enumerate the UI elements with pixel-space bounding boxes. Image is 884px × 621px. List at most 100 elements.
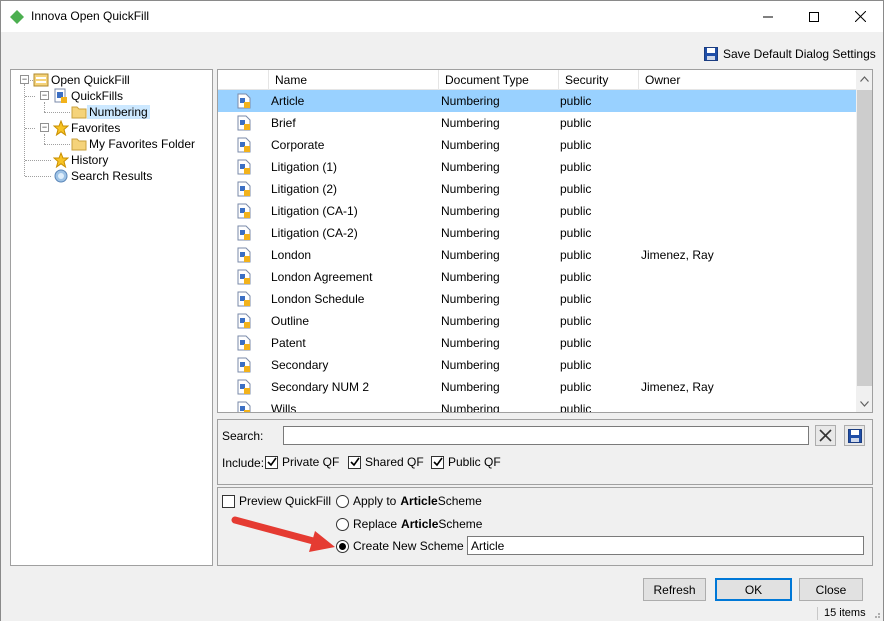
scroll-thumb[interactable]	[857, 90, 872, 386]
table-row[interactable]: Secondary NUM 2 Numbering public Jimenez, R…	[218, 376, 856, 398]
tree-label: Favorites	[71, 121, 121, 135]
checkbox-box[interactable]	[348, 455, 361, 469]
cell-security: public	[560, 270, 592, 284]
ok-button[interactable]: OK	[715, 578, 792, 601]
quickfill-document-icon	[237, 357, 251, 373]
cell-name: Patent	[271, 336, 306, 350]
cell-document-type: Numbering	[441, 358, 500, 372]
tree-node-search-results[interactable]: Search Results	[53, 168, 154, 184]
new-scheme-name-input[interactable]	[467, 536, 864, 555]
table-row[interactable]: Litigation (2) Numbering public	[218, 178, 856, 200]
table-row[interactable]: Wills Numbering public	[218, 398, 856, 413]
search-label: Search:	[222, 429, 264, 443]
cell-security: public	[560, 358, 592, 372]
tree-label: Open QuickFill	[51, 73, 130, 87]
clear-search-button[interactable]	[815, 425, 836, 446]
cell-name: Corporate	[271, 138, 325, 152]
red-arrow-annotation	[231, 516, 335, 552]
table-row[interactable]: Secondary Numbering public	[218, 354, 856, 376]
folder-icon	[71, 138, 87, 151]
table-row[interactable]: London Schedule Numbering public	[218, 288, 856, 310]
quickfill-document-icon	[237, 379, 251, 395]
checkbox-box[interactable]	[431, 455, 444, 469]
quickfill-root-icon	[33, 73, 49, 87]
checkbox-label: Shared QF	[365, 455, 424, 469]
create-new-scheme-radio[interactable]: Create New Scheme	[336, 539, 464, 553]
quickfill-list[interactable]: Name Document Type Security Owner Articl…	[217, 69, 873, 413]
radio-circle[interactable]	[336, 539, 349, 553]
vertical-scrollbar[interactable]	[856, 70, 872, 412]
tree-node-favorites[interactable]: Favorites	[53, 120, 122, 136]
table-row[interactable]: Outline Numbering public	[218, 310, 856, 332]
preview-quickfill-checkbox[interactable]: Preview QuickFill	[222, 494, 331, 508]
tree-collapse-toggle[interactable]: −	[20, 75, 29, 84]
cell-document-type: Numbering	[441, 204, 500, 218]
apply-to-scheme-radio[interactable]: Apply to Article Scheme	[336, 494, 482, 508]
tree-guide-line	[25, 96, 35, 97]
table-row[interactable]: London Numbering public Jimenez, Ray	[218, 244, 856, 266]
cell-document-type: Numbering	[441, 292, 500, 306]
scroll-up-button[interactable]	[856, 70, 872, 87]
quickfill-document-icon	[237, 203, 251, 219]
table-row[interactable]: Patent Numbering public	[218, 332, 856, 354]
checkbox-label: Private QF	[282, 455, 340, 469]
tree-node-history[interactable]: History	[53, 152, 110, 168]
table-row[interactable]: Article Numbering public	[218, 90, 856, 112]
shared-qf-checkbox[interactable]: Shared QF	[348, 455, 424, 469]
check-icon	[266, 457, 277, 467]
tree-collapse-toggle[interactable]: −	[40, 91, 49, 100]
quickfill-document-icon	[237, 401, 251, 412]
tree-node-open-quickfill[interactable]: Open QuickFill	[33, 72, 132, 88]
table-row[interactable]: Litigation (CA-1) Numbering public	[218, 200, 856, 222]
cell-security: public	[560, 94, 592, 108]
column-header-name[interactable]: Name	[268, 70, 438, 90]
table-row[interactable]: London Agreement Numbering public	[218, 266, 856, 288]
quickfill-document-icon	[237, 225, 251, 241]
cell-security: public	[560, 292, 592, 306]
tree-node-quickfills[interactable]: QuickFills	[53, 88, 125, 104]
tree-guide-line	[25, 160, 51, 161]
maximize-button[interactable]	[791, 1, 837, 32]
resize-grip-icon[interactable]	[871, 609, 881, 619]
table-row[interactable]: Litigation (1) Numbering public	[218, 156, 856, 178]
quickfill-document-icon	[237, 247, 251, 263]
close-button[interactable]: Close	[799, 578, 863, 601]
table-row[interactable]: Litigation (CA-2) Numbering public	[218, 222, 856, 244]
checkbox-box[interactable]	[222, 494, 235, 508]
cell-name: Brief	[271, 116, 296, 130]
include-label: Include:	[222, 456, 265, 470]
tree-node-my-favorites-folder[interactable]: My Favorites Folder	[71, 136, 197, 152]
quickfill-document-icon	[237, 93, 251, 109]
radio-circle[interactable]	[336, 494, 349, 508]
tree-node-numbering[interactable]: Numbering	[71, 104, 150, 120]
radio-label: Create New Scheme	[353, 539, 464, 553]
title-bar[interactable]: Innova Open QuickFill	[1, 1, 883, 32]
tree-collapse-toggle[interactable]: −	[40, 123, 49, 132]
folder-tree[interactable]: − Open QuickFill − QuickFills Numbering	[10, 69, 213, 566]
cell-security: public	[560, 226, 592, 240]
save-search-button[interactable]	[844, 425, 865, 446]
save-default-label: Save Default Dialog Settings	[723, 47, 876, 61]
private-qf-checkbox[interactable]: Private QF	[265, 455, 339, 469]
checkbox-box[interactable]	[265, 455, 278, 469]
replace-scheme-radio[interactable]: Replace Article Scheme	[336, 517, 482, 531]
search-input[interactable]	[283, 426, 809, 445]
scroll-down-button[interactable]	[856, 395, 872, 412]
minimize-icon	[763, 16, 773, 17]
public-qf-checkbox[interactable]: Public QF	[431, 455, 501, 469]
cell-security: public	[560, 402, 592, 413]
save-default-settings-link[interactable]: Save Default Dialog Settings	[704, 47, 876, 61]
close-window-button[interactable]	[837, 1, 883, 32]
cell-document-type: Numbering	[441, 336, 500, 350]
radio-circle[interactable]	[336, 517, 349, 531]
minimize-button[interactable]	[745, 1, 791, 32]
tree-guide-line	[44, 144, 70, 145]
column-header-owner[interactable]: Owner	[638, 70, 758, 90]
table-row[interactable]: Brief Numbering public	[218, 112, 856, 134]
column-header-security[interactable]: Security	[558, 70, 638, 90]
table-row[interactable]: Corporate Numbering public	[218, 134, 856, 156]
refresh-button[interactable]: Refresh	[643, 578, 706, 601]
column-header-document-type[interactable]: Document Type	[438, 70, 558, 90]
cell-name: London Agreement	[271, 270, 373, 284]
status-separator	[817, 607, 818, 620]
